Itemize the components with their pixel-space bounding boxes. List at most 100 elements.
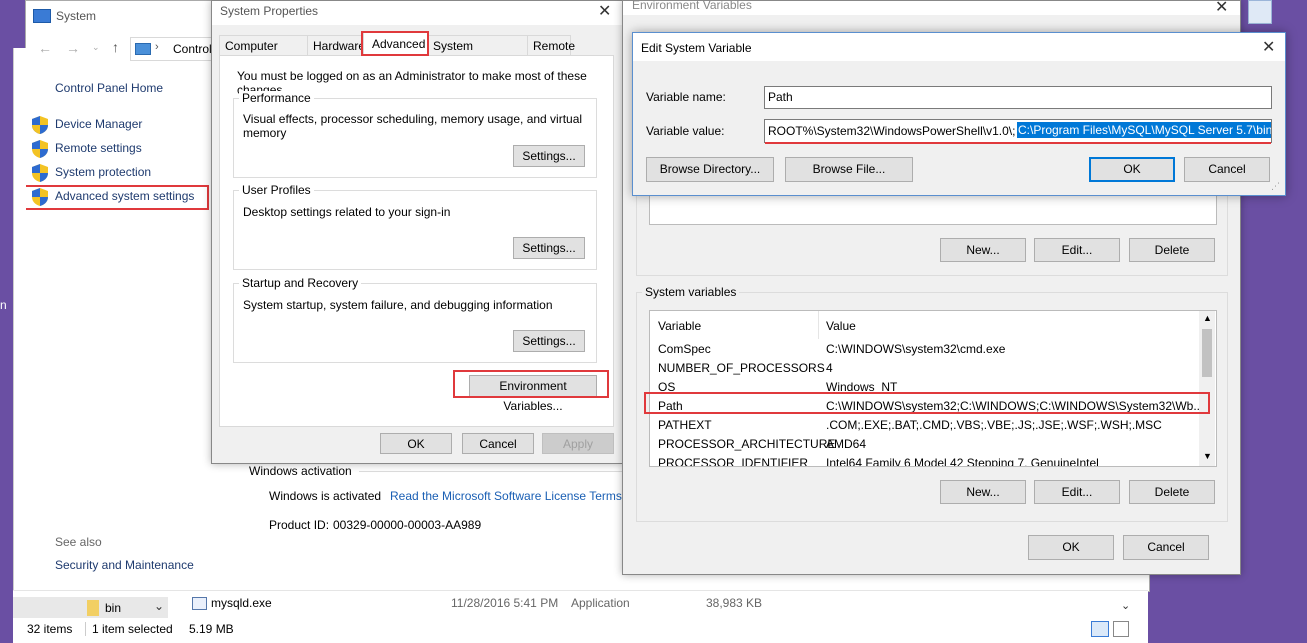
tab-label: Hardware [313,39,366,53]
close-icon[interactable]: ✕ [1262,37,1275,57]
product-id-label: Product ID: [269,518,330,532]
device-manager-link[interactable]: Device Manager [55,117,142,131]
user-delete-button[interactable]: Delete [1129,238,1215,262]
close-icon[interactable]: ✕ [1215,0,1228,17]
table-row[interactable]: ComSpec C:\WINDOWS\system32\cmd.exe [650,340,1199,359]
envvars-title: Environment Variables [632,0,752,12]
row-value: Intel64 Family 6 Model 42 Stepping 7, Ge… [826,456,1099,467]
file-name[interactable]: mysqld.exe [211,596,272,610]
address-bar[interactable]: › Control [130,37,222,61]
variable-value-input[interactable]: ROOT%\System32\WindowsPowerShell\v1.0\; … [764,119,1272,143]
sysprops-cancel-button[interactable]: Cancel [462,433,534,454]
scroll-up-icon[interactable]: ▲ [1203,313,1212,323]
scroll-down-icon[interactable]: ▼ [1203,451,1212,461]
startup-recovery-group: Startup and Recovery System startup, sys… [233,276,597,363]
back-arrow-icon[interactable]: ← [38,40,52,56]
edit-var-title: Edit System Variable [641,41,752,55]
status-selected: 1 item selected [92,622,173,636]
computer-icon [135,43,151,55]
scroll-thumb[interactable] [1202,329,1212,377]
performance-legend: Performance [239,91,314,105]
browse-directory-button[interactable]: Browse Directory... [646,157,774,182]
envvars-cancel-button[interactable]: Cancel [1123,535,1209,560]
shield-icon [32,116,48,134]
edit-system-variable-dialog: Edit System Variable ✕ Variable name: Pa… [632,32,1286,196]
shield-icon [32,164,48,182]
remote-settings-link[interactable]: Remote settings [55,141,142,155]
tab-computer-name[interactable]: Computer Name [219,35,309,67]
security-maintenance-link[interactable]: Security and Maintenance [55,558,194,572]
variable-name-value: Path [768,90,793,104]
system-delete-button[interactable]: Delete [1129,480,1215,504]
license-terms-link[interactable]: Read the Microsoft Software License Term… [390,489,622,503]
edit-var-ok-button[interactable]: OK [1089,157,1175,182]
system-protection-link[interactable]: System protection [55,165,151,179]
highlight-advanced-tab [361,31,429,56]
variable-name-input[interactable]: Path [764,86,1272,109]
envvars-ok-button[interactable]: OK [1028,535,1114,560]
highlight-advanced-settings [24,185,209,210]
system-title: System [56,9,97,23]
folder-name: bin [105,601,122,615]
system-variables-table: Variable Value ComSpec C:\WINDOWS\system… [649,310,1217,467]
user-new-button[interactable]: New... [940,238,1026,262]
see-also-label: See also [55,535,102,549]
status-items: 32 items [27,622,73,636]
user-profiles-group: User Profiles Desktop settings related t… [233,183,597,270]
table-row[interactable]: PROCESSOR_IDENTIFIER Intel64 Family 6 Mo… [650,454,1199,467]
envvars-titlebar[interactable]: Environment Variables ✕ [623,0,1240,17]
edit-var-titlebar[interactable]: Edit System Variable ✕ [633,33,1285,61]
recent-dropdown-icon[interactable]: ⌄ [92,42,100,53]
file-date: 11/28/2016 5:41 PM [451,596,559,610]
forward-arrow-icon[interactable]: → [66,40,80,56]
column-header-label: Variable [658,319,702,333]
highlight-path-row [644,392,1210,414]
table-row[interactable]: PROCESSOR_ARCHITECTURE AMD64 [650,435,1199,454]
resize-grip-icon[interactable]: ⋰ [1271,181,1280,192]
column-header-variable[interactable]: Variable [650,311,819,339]
sysprops-apply-button[interactable]: Apply [542,433,614,454]
row-value: AMD64 [826,437,867,451]
variable-value-label: Variable value: [646,124,725,138]
highlight-value-underline [765,142,1271,144]
scroll-down-icon[interactable]: ⌄ [1121,599,1130,612]
row-value: C:\WINDOWS\system32\cmd.exe [826,342,1006,356]
table-row[interactable]: PATHEXT .COM;.EXE;.BAT;.CMD;.VBS;.VBE;.J… [650,416,1199,435]
chevron-down-icon[interactable]: ⌄ [154,599,164,613]
variable-value-selected: C:\Program Files\MySQL\MySQL Server 5.7\… [1017,122,1272,138]
table-row[interactable]: NUMBER_OF_PROCESSORS 4 [650,359,1199,378]
vertical-scrollbar[interactable]: ▲ ▼ [1199,311,1215,466]
user-profiles-settings-button[interactable]: Settings... [513,237,585,259]
sysprops-title: System Properties [220,4,319,18]
performance-settings-button[interactable]: Settings... [513,145,585,167]
sysprops-ok-button[interactable]: OK [380,433,452,454]
exe-icon [192,597,207,610]
row-variable: PATHEXT [658,418,712,432]
breadcrumb[interactable]: Control [173,42,212,56]
status-bar: 32 items 1 item selected 5.19 MB [13,618,1148,642]
system-edit-button[interactable]: Edit... [1034,480,1120,504]
browse-file-button[interactable]: Browse File... [785,157,913,182]
close-icon[interactable]: ✕ [598,1,611,21]
tiles-view-icon[interactable] [1113,621,1129,637]
row-variable: PROCESSOR_IDENTIFIER [658,456,809,467]
up-arrow-icon[interactable]: ↑ [112,39,119,55]
folder-tree-row[interactable]: bin ⌄ [13,597,168,619]
tab-remote[interactable]: Remote [527,35,575,57]
details-view-icon[interactable] [1091,621,1109,637]
system-new-button[interactable]: New... [940,480,1026,504]
row-variable: PROCESSOR_ARCHITECTURE [658,437,836,451]
startup-settings-button[interactable]: Settings... [513,330,585,352]
variable-name-label: Variable name: [646,90,726,104]
row-variable: ComSpec [658,342,711,356]
tab-hardware[interactable]: Hardware [307,35,366,57]
tab-system-protection[interactable]: System Protection [427,35,529,67]
desktop-file-icon[interactable] [1248,0,1272,24]
control-panel-home-link[interactable]: Control Panel Home [55,81,163,95]
sysprops-titlebar[interactable]: System Properties ✕ [212,1,622,25]
column-header-value[interactable]: Value [819,311,1199,339]
user-profiles-desc: Desktop settings related to your sign-in [243,205,451,219]
user-edit-button[interactable]: Edit... [1034,238,1120,262]
divider [85,622,86,636]
edit-var-cancel-button[interactable]: Cancel [1184,157,1270,182]
